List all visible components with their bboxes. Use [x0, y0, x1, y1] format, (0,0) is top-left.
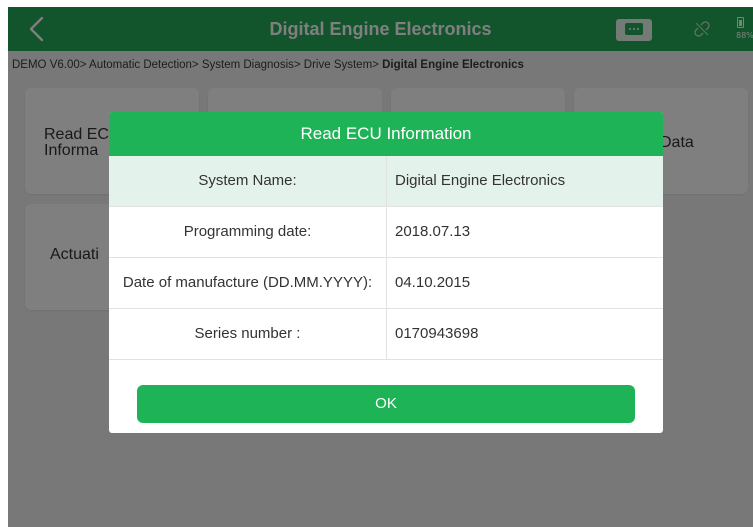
info-row-manufacture-date: Date of manufacture (DD.MM.YYYY): 04.10.… [109, 258, 663, 309]
ok-button[interactable]: OK [137, 385, 635, 423]
info-label: System Name: [198, 172, 297, 189]
column-divider [386, 309, 387, 359]
info-label: Series number : [194, 325, 301, 342]
column-divider [386, 258, 387, 308]
info-value: 04.10.2015 [395, 274, 471, 291]
column-divider [386, 156, 387, 206]
info-row-series-number: Series number : 0170943698 [109, 309, 663, 360]
info-label: Programming date: [183, 223, 312, 240]
info-label: Date of manufacture (DD.MM.YYYY): [122, 274, 373, 291]
info-value: 0170943698 [395, 325, 479, 342]
column-divider [386, 207, 387, 257]
info-row-programming-date: Programming date: 2018.07.13 [109, 207, 663, 258]
info-value: 2018.07.13 [395, 223, 471, 240]
info-row-system-name: System Name: Digital Engine Electronics [109, 156, 663, 207]
dialog-title: Read ECU Information [109, 112, 663, 156]
info-value: Digital Engine Electronics [395, 172, 566, 189]
read-ecu-info-dialog: Read ECU Information System Name: Digita… [109, 112, 663, 433]
